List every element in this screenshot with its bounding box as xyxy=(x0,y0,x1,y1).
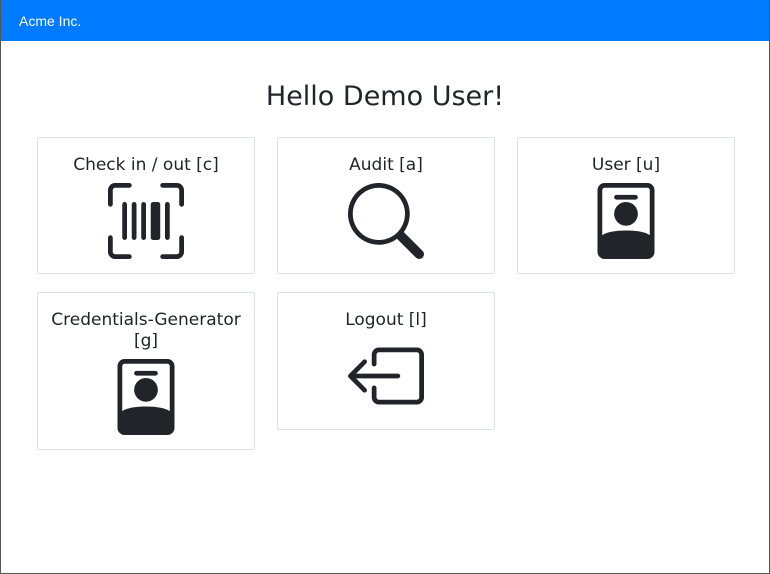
top-navbar: Acme Inc. xyxy=(1,0,769,41)
logout-arrow-icon xyxy=(278,338,494,414)
magnifier-icon xyxy=(278,183,494,259)
tile-check-in-out[interactable]: Check in / out [c] xyxy=(37,137,255,274)
brand-link[interactable]: Acme Inc. xyxy=(19,13,81,29)
tile-label: Audit [a] xyxy=(349,155,423,175)
id-badge-icon xyxy=(38,359,254,435)
id-badge-icon xyxy=(518,183,734,259)
tile-label: User [u] xyxy=(591,155,661,175)
app-window: Acme Inc. Hello Demo User! Check in / ou… xyxy=(0,0,770,574)
tile-logout[interactable]: Logout [l] xyxy=(277,292,495,430)
tile-user[interactable]: User [u] xyxy=(517,137,735,274)
barcode-scan-icon xyxy=(38,183,254,259)
page-title: Hello Demo User! xyxy=(265,81,505,112)
tile-label: Credentials-Generator [g] xyxy=(51,310,241,351)
tile-label: Logout [l] xyxy=(345,310,427,330)
tile-credentials-generator[interactable]: Credentials-Generator [g] xyxy=(37,292,255,450)
tile-audit[interactable]: Audit [a] xyxy=(277,137,495,274)
tile-label: Check in / out [c] xyxy=(73,155,219,175)
